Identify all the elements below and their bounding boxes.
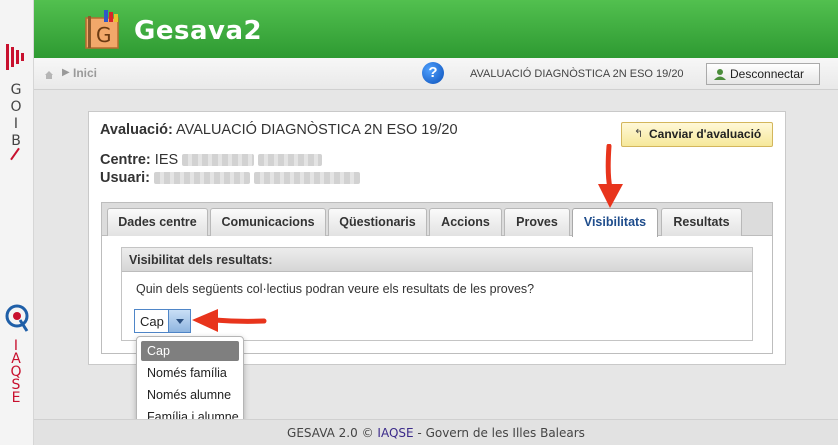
footer: GESAVA 2.0 © IAQSE - Govern de les Illes… <box>34 419 838 445</box>
breadcrumb: ▶ Inici ? AVALUACIÓ DIAGNÒSTICA 2N ESO 1… <box>34 58 838 90</box>
tab-accions[interactable]: Accions <box>429 208 502 236</box>
tab-comunicacions[interactable]: Comunicacions <box>210 208 326 236</box>
centre-value: IES <box>154 152 179 168</box>
user-line: Usuari: <box>100 170 360 186</box>
iaqse-wordmark: I A Q S E <box>10 338 22 406</box>
tab-questionaris[interactable]: Qüestionaris <box>328 208 427 236</box>
chevron-right-icon: ▶ <box>62 67 70 78</box>
annotation-arrow-left-icon <box>192 309 267 332</box>
iaqse-logo-icon <box>5 304 29 332</box>
breadcrumb-inici[interactable]: Inici <box>73 66 97 80</box>
redacted-centre-name <box>258 154 323 167</box>
annotation-arrow-down-icon <box>598 144 623 208</box>
tab-resultats[interactable]: Resultats <box>661 208 742 236</box>
svg-text:G: G <box>96 23 112 47</box>
goib-logo-icon <box>6 44 24 70</box>
user-icon <box>714 69 726 80</box>
left-sidebar: G O I B I A Q S E <box>0 0 34 445</box>
logout-label: Desconnectar <box>730 67 805 81</box>
tab-visibilitats[interactable]: Visibilitats <box>572 208 658 237</box>
change-evaluation-button[interactable]: ↰ Canviar d'avaluació <box>621 122 773 147</box>
option-nomes-familia[interactable]: Només família <box>141 363 239 383</box>
redacted-centre-name <box>182 154 255 167</box>
home-icon[interactable] <box>44 70 54 80</box>
option-nomes-alumne[interactable]: Només alumne <box>141 385 239 405</box>
app-title: Gesava2 <box>134 16 263 46</box>
goib-wordmark: G O I B <box>10 82 22 149</box>
iaqse-link[interactable]: IAQSE <box>377 426 413 440</box>
tab-bar: Dades centre Comunicacions Qüestionaris … <box>102 203 772 237</box>
app-header: G Gesava2 <box>34 0 838 58</box>
return-arrow-icon: ↰ <box>634 128 644 140</box>
help-icon[interactable]: ? <box>422 62 444 84</box>
visibility-select[interactable]: Cap <box>134 309 191 333</box>
tab-proves[interactable]: Proves <box>504 208 570 236</box>
gesava-logo-icon: G <box>85 10 119 49</box>
tab-dades-centre[interactable]: Dades centre <box>107 208 208 236</box>
logout-button[interactable]: Desconnectar <box>706 63 820 85</box>
visibility-section-title: Visibilitat dels resultats: <box>122 248 752 272</box>
current-evaluation-label: AVALUACIÓ DIAGNÒSTICA 2N ESO 19/20 <box>470 68 684 80</box>
option-cap[interactable]: Cap <box>141 341 239 361</box>
visibility-select-value: Cap <box>140 314 164 329</box>
evaluation-title: Avaluació: AVALUACIÓ DIAGNÒSTICA 2N ESO … <box>100 122 458 138</box>
redacted-user-name <box>153 172 250 185</box>
redacted-user-name <box>253 172 360 185</box>
chevron-down-icon[interactable] <box>168 310 190 332</box>
visibility-question: Quin dels següents col·lectius podran ve… <box>136 282 535 296</box>
centre-line: Centre: IES <box>100 152 323 168</box>
